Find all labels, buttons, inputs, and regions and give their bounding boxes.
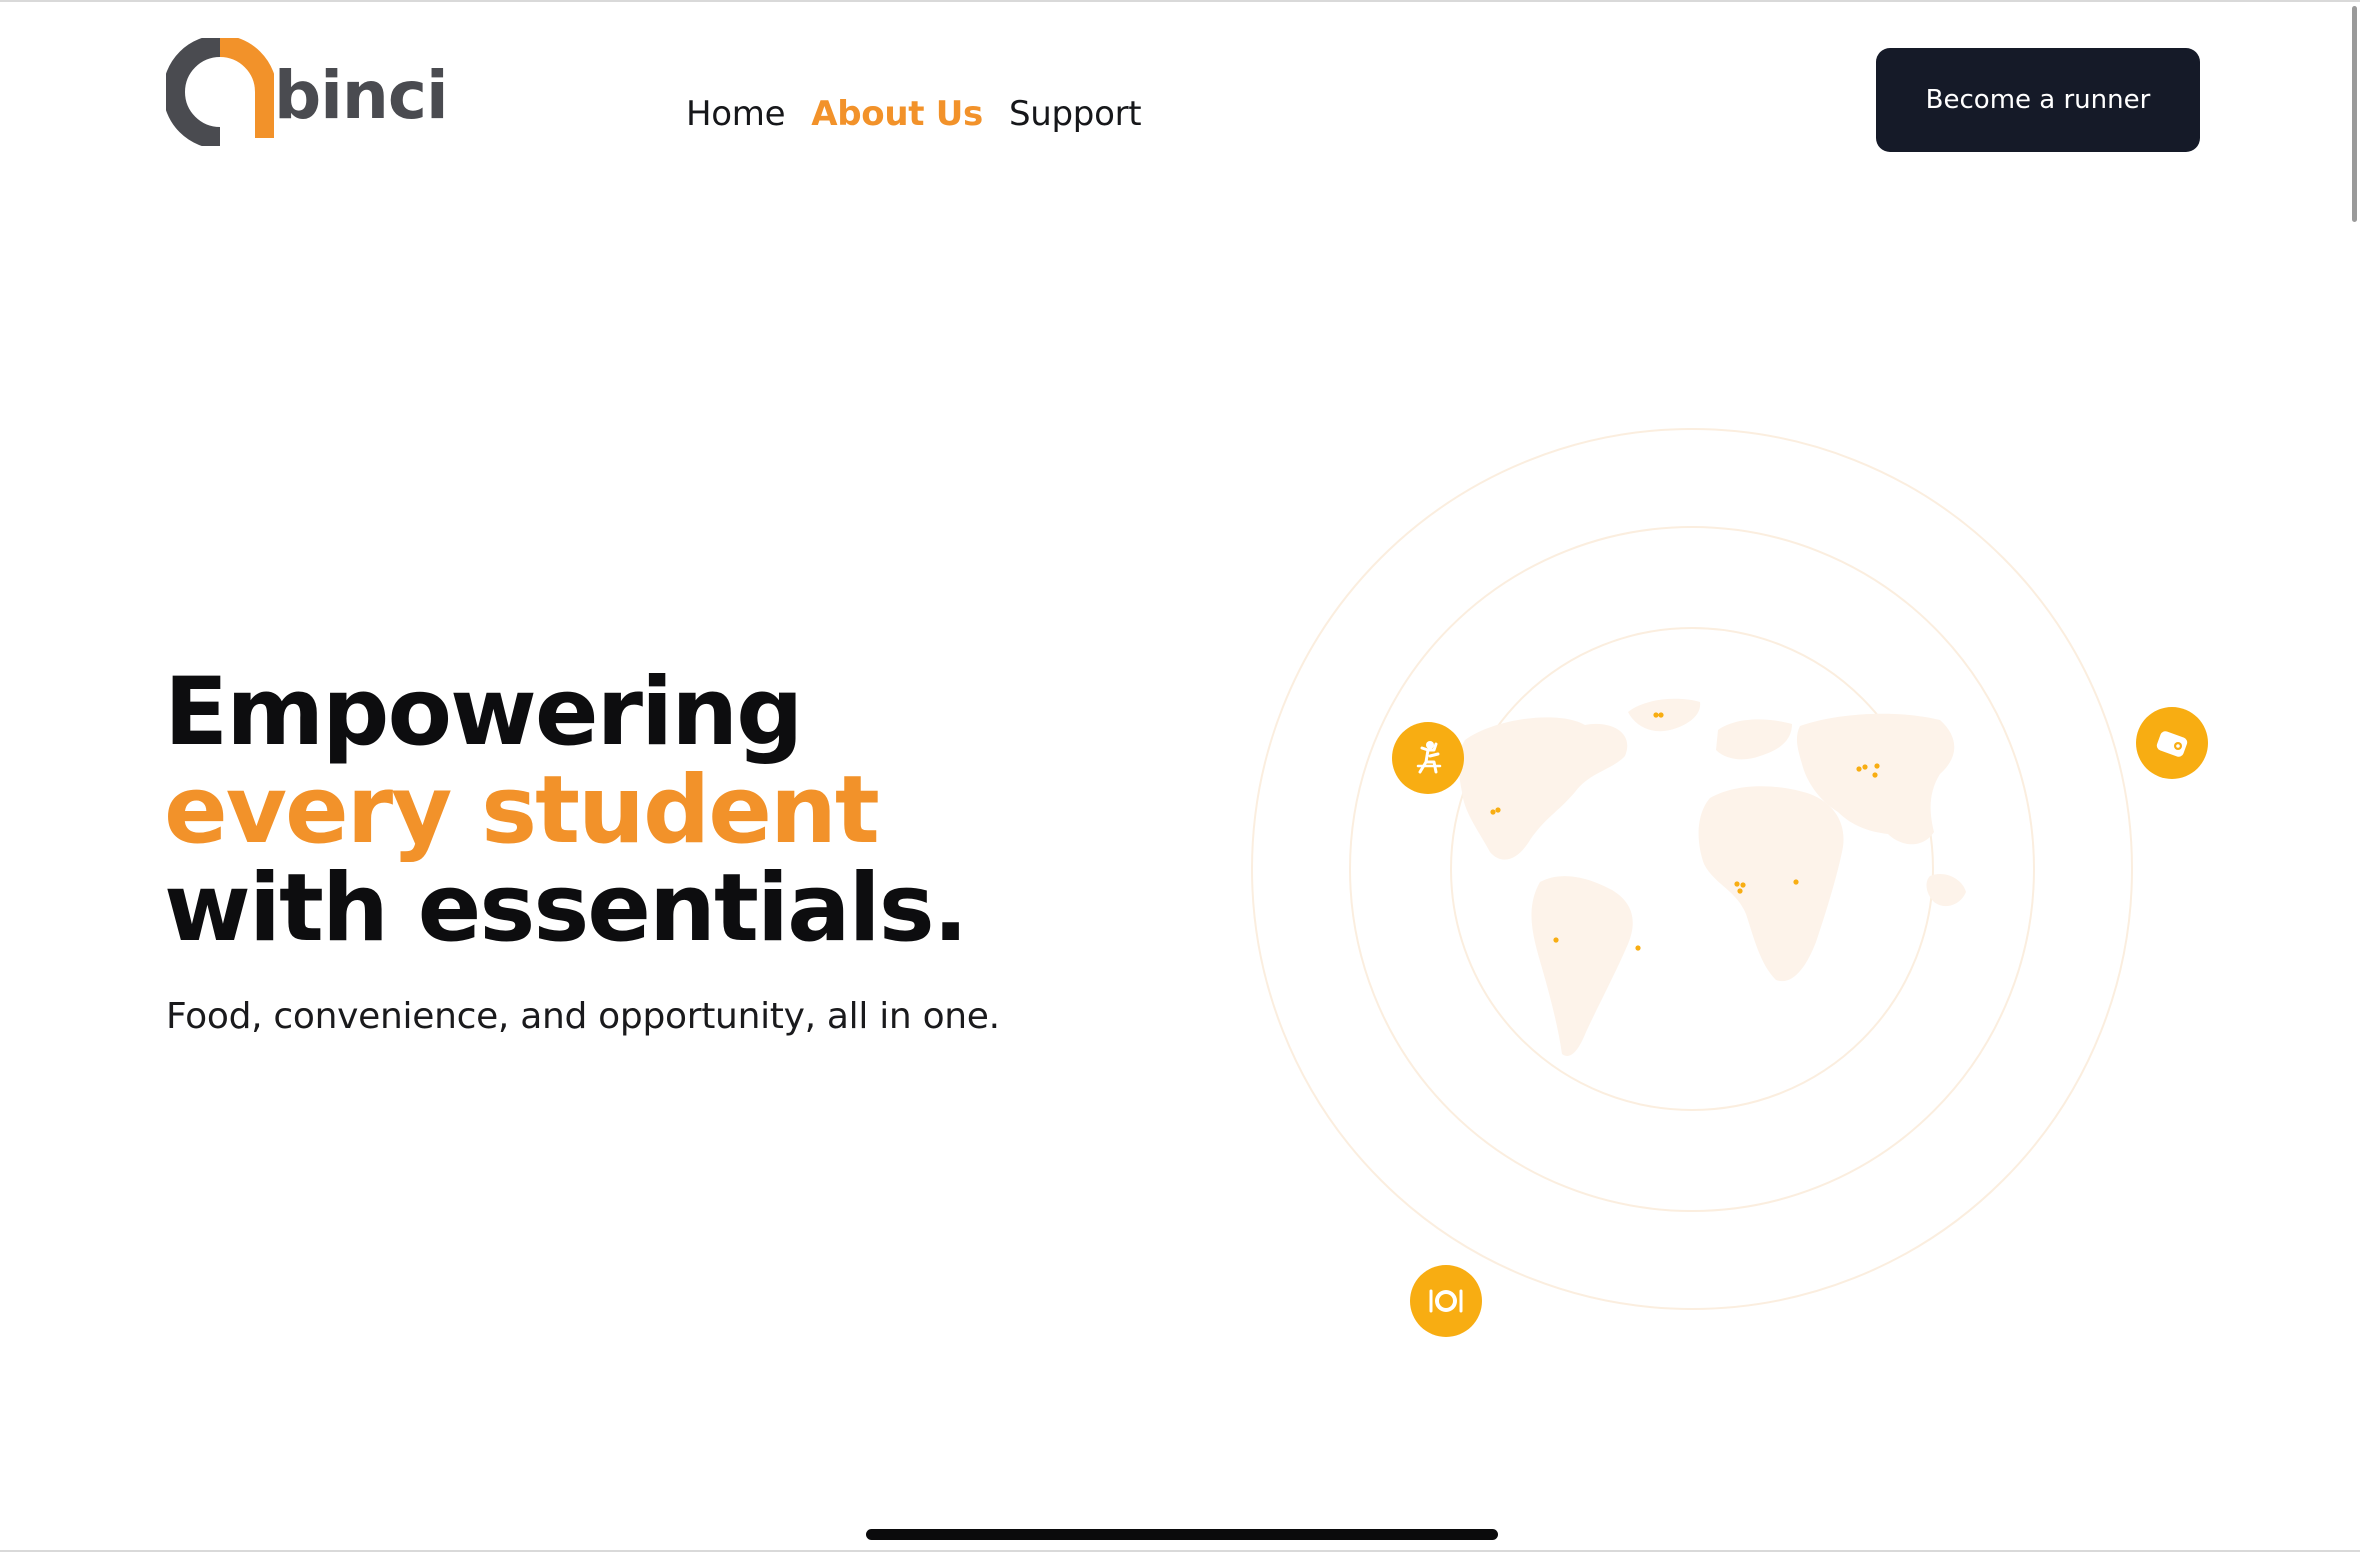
hero-title: Empowering every student with essentials… [164,658,968,963]
become-runner-button[interactable]: Become a runner [1876,48,2200,152]
wallet-icon [2156,731,2188,757]
nav-support[interactable]: Support [1009,94,1142,134]
brand-logo[interactable]: binci [166,38,449,146]
landing-page: binci Home About Us Support Become a run… [0,0,2360,1552]
dining-plate-badge [1410,1265,1482,1337]
main-nav: Home About Us Support [686,86,1142,142]
nav-home[interactable]: Home [686,94,786,134]
nav-about-us[interactable]: About Us [811,94,983,134]
hero-title-line-2: every student [164,756,880,865]
home-indicator[interactable] [866,1529,1498,1540]
wallet-badge [2136,707,2208,779]
relaxing-person-badge [1392,722,1464,794]
hero-title-line-1: Empowering [164,658,803,767]
brand-name: binci [274,57,449,134]
world-map [1458,698,1966,1056]
hero-subtitle: Food, convenience, and opportunity, all … [166,996,1000,1037]
world-orbit-illustration [1240,420,2208,1340]
window-top-border [0,0,2360,2]
binci-logo-mark-icon [166,38,274,146]
hero-title-line-3: with essentials. [164,854,968,963]
relaxing-person-icon [1416,741,1442,774]
vertical-scrollbar[interactable] [2352,6,2357,222]
dining-plate-icon [1429,1289,1463,1313]
orbit-rings [1251,428,2133,1310]
